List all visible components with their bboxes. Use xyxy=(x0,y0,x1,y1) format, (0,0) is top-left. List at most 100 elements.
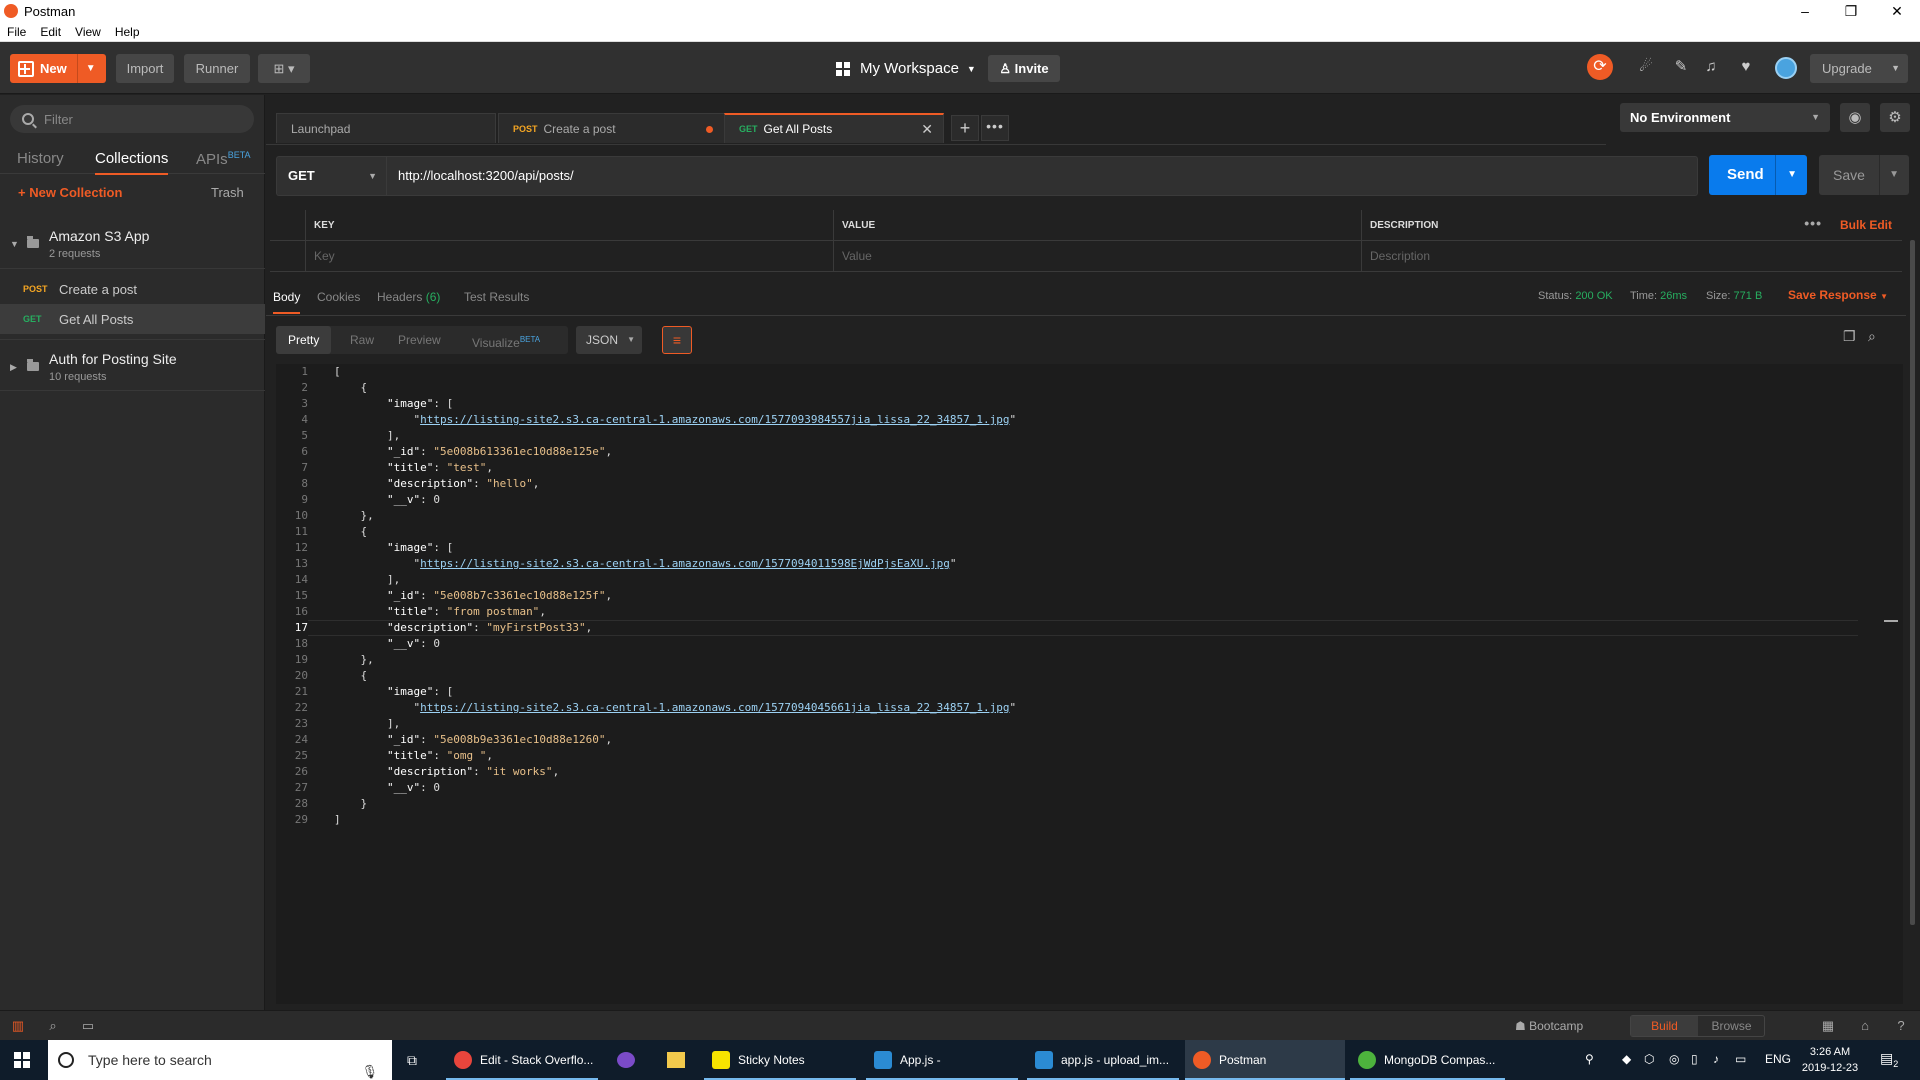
tab-apis[interactable]: APIsBETA xyxy=(196,150,251,168)
satellite-icon[interactable]: ☄ xyxy=(1633,54,1659,80)
save-button[interactable]: Save ▼ xyxy=(1819,155,1909,195)
tab-get-all-posts[interactable]: GET Get All Posts ✕ xyxy=(724,113,944,143)
send-button[interactable]: Send ▼ xyxy=(1709,155,1807,195)
tray-app-icon[interactable]: ◎ xyxy=(1669,1052,1679,1066)
language-indicator[interactable]: ENG xyxy=(1765,1052,1791,1066)
workspace-selector[interactable]: My Workspace ▼ xyxy=(836,54,976,83)
collection-item[interactable]: ▼ Amazon S3 App 2 requests xyxy=(0,217,265,269)
help-icon[interactable]: ? xyxy=(1893,1018,1909,1034)
tab-launchpad[interactable]: Launchpad xyxy=(276,113,496,143)
more-icon[interactable]: ••• xyxy=(1804,210,1822,236)
value-input[interactable]: Value xyxy=(834,241,1362,272)
display-icon[interactable]: ▭ xyxy=(1735,1052,1746,1066)
taskbar-item-mongodb[interactable]: MongoDB Compas... xyxy=(1350,1040,1505,1080)
console-icon[interactable]: ▭ xyxy=(80,1018,96,1034)
bell-icon[interactable]: ♫ xyxy=(1698,54,1724,80)
layout-icon[interactable]: ▦ xyxy=(1820,1018,1836,1034)
vertical-scrollbar[interactable] xyxy=(1910,240,1915,925)
gear-icon[interactable]: ⚙ xyxy=(1880,103,1910,132)
more-tabs-icon[interactable]: ••• xyxy=(981,115,1009,141)
response-body-editor[interactable]: 1 2 3 4 5 6 7 8 9 10 11 12 13 14 15 16 17 18 19 20 21 22 23 24 2… xyxy=(276,364,1903,1004)
new-window-button[interactable]: ⊞ ▾ xyxy=(258,54,310,83)
caret-down-icon[interactable]: ▼ xyxy=(10,239,19,249)
chevron-down-icon[interactable]: ▼ xyxy=(1787,155,1797,195)
notification-icon[interactable]: ▤2 xyxy=(1880,1050,1898,1069)
wrench-icon[interactable]: ✎ xyxy=(1668,54,1694,80)
taskbar-item-sticky-notes[interactable]: Sticky Notes xyxy=(704,1040,856,1080)
chevron-down-icon[interactable]: ▼ xyxy=(1889,155,1899,195)
close-window-button[interactable]: ✕ xyxy=(1874,0,1920,22)
search-icon[interactable]: ⌕ xyxy=(1868,328,1876,345)
save-response-button[interactable]: Save Response ▼ xyxy=(1788,288,1888,302)
heart-icon[interactable]: ♥ xyxy=(1733,54,1759,80)
tab-headers[interactable]: Headers (6) xyxy=(377,290,440,304)
taskbar-item-chrome[interactable]: Edit - Stack Overflo... xyxy=(446,1040,598,1080)
system-clock[interactable]: 3:26 AM 2019-12-23 xyxy=(1800,1044,1860,1076)
sidebar-toggle-icon[interactable]: ▥ xyxy=(10,1018,26,1034)
collection-item[interactable]: ▶ Auth for Posting Site 10 requests xyxy=(0,339,265,391)
format-pretty[interactable]: Pretty xyxy=(276,326,332,354)
shop-icon[interactable]: ⌂ xyxy=(1857,1018,1873,1034)
copy-icon[interactable]: ❐ xyxy=(1843,328,1856,345)
maximize-button[interactable]: ❐ xyxy=(1828,0,1874,22)
tab-collections[interactable]: Collections xyxy=(95,150,169,175)
import-button[interactable]: Import xyxy=(116,54,174,83)
windows-start-icon[interactable] xyxy=(14,1052,30,1068)
upgrade-button[interactable]: Upgrade ▼ xyxy=(1810,54,1908,83)
tab-create-post[interactable]: POST Create a post xyxy=(498,113,728,143)
dropbox-icon[interactable]: ◆ xyxy=(1622,1052,1631,1066)
format-raw[interactable]: Raw xyxy=(338,326,386,354)
invite-button[interactable]: ♙ Invite xyxy=(988,55,1060,82)
request-item[interactable]: GET Get All Posts xyxy=(0,304,265,334)
menu-file[interactable]: File xyxy=(0,25,33,39)
build-button[interactable]: Build xyxy=(1631,1016,1698,1036)
taskbar-search-input[interactable]: Type here to search 🎙 xyxy=(48,1040,392,1080)
avatar[interactable] xyxy=(1775,57,1797,79)
wrap-lines-icon[interactable]: ≡ xyxy=(662,326,692,354)
caret-right-icon[interactable]: ▶ xyxy=(10,362,17,373)
network-icon[interactable]: ⬡ xyxy=(1644,1052,1654,1066)
format-type-select[interactable]: JSON ▼ xyxy=(576,326,642,354)
format-visualize[interactable]: VisualizeBETA xyxy=(460,326,552,354)
request-item[interactable]: POST Create a post xyxy=(0,274,265,304)
chevron-down-icon[interactable]: ▼ xyxy=(86,63,96,74)
taskbar-item-vscode-1[interactable]: App.js - aws_s3_rea... xyxy=(866,1040,1018,1080)
volume-icon[interactable]: ♪ xyxy=(1713,1052,1719,1066)
add-tab-button[interactable]: + xyxy=(951,115,979,141)
close-tab-icon[interactable]: ✕ xyxy=(921,121,933,138)
tab-test-results[interactable]: Test Results xyxy=(464,290,529,304)
tab-cookies[interactable]: Cookies xyxy=(317,290,360,304)
method-value: GET xyxy=(288,168,315,183)
taskbar-item-vscode-2[interactable]: app.js - upload_im... xyxy=(1027,1040,1179,1080)
tab-history[interactable]: History xyxy=(17,150,64,167)
method-select[interactable]: GET ▼ xyxy=(276,156,386,196)
task-view-icon[interactable]: ⧉ xyxy=(407,1052,425,1068)
new-collection-button[interactable]: + New Collection xyxy=(18,185,122,200)
tab-body[interactable]: Body xyxy=(273,290,301,314)
menu-help[interactable]: Help xyxy=(108,25,147,39)
tor-icon[interactable] xyxy=(617,1052,635,1068)
file-explorer-icon[interactable] xyxy=(667,1052,685,1068)
find-icon[interactable]: ⌕ xyxy=(45,1018,61,1034)
trash-link[interactable]: Trash xyxy=(211,185,244,200)
taskbar-item-postman[interactable]: Postman xyxy=(1185,1040,1345,1080)
battery-icon[interactable]: ▯ xyxy=(1691,1052,1698,1066)
key-input[interactable]: Key xyxy=(306,241,834,272)
minimize-button[interactable]: – xyxy=(1782,0,1828,22)
bootcamp-link[interactable]: ☗ Bootcamp xyxy=(1515,1019,1583,1033)
people-icon[interactable]: ⚲ xyxy=(1585,1052,1594,1066)
menu-edit[interactable]: Edit xyxy=(33,25,68,39)
browse-button[interactable]: Browse xyxy=(1698,1016,1765,1036)
eye-icon[interactable]: ◉ xyxy=(1840,103,1870,132)
runner-button[interactable]: Runner xyxy=(184,54,250,83)
new-button[interactable]: New ▼ xyxy=(10,54,106,83)
url-input[interactable]: http://localhost:3200/api/posts/ xyxy=(386,156,1698,196)
filter-input[interactable]: Filter xyxy=(10,105,254,133)
environment-selector[interactable]: No Environment ▼ xyxy=(1620,103,1830,132)
microphone-icon[interactable]: 🎙 xyxy=(361,1052,378,1080)
menu-view[interactable]: View xyxy=(68,25,108,39)
format-preview[interactable]: Preview xyxy=(386,326,453,354)
bulk-edit-link[interactable]: Bulk Edit xyxy=(1840,210,1892,241)
sync-icon[interactable]: ⟳ xyxy=(1587,54,1613,80)
description-input[interactable]: Description xyxy=(1362,241,1902,272)
